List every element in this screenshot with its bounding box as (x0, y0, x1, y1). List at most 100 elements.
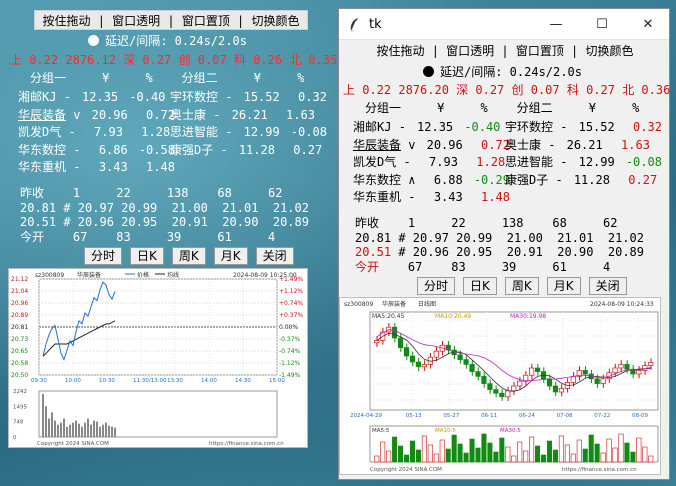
kline-candle (505, 390, 511, 398)
y-tick-label-right: +0.74% (279, 300, 303, 307)
maximize-button[interactable]: ☐ (579, 9, 625, 40)
volume-bar (45, 406, 47, 437)
stock-name[interactable]: 凯发D气 (18, 125, 61, 139)
stock-row[interactable]: 华东重机 - 3.43 1.48 (353, 189, 510, 206)
close-chart-button[interactable]: 关闭 (588, 277, 627, 295)
close-window-button[interactable]: ✕ (625, 9, 671, 40)
stock-name[interactable]: 湘邮KJ (353, 120, 391, 134)
volume-bar (445, 448, 451, 463)
stock-row[interactable]: 华辰装备 v 20.96 0.72 (18, 107, 175, 124)
title-bar[interactable]: tk — ☐ ✕ (339, 9, 669, 40)
stock-row[interactable]: 奥士康 - 26.21 1.63 (505, 137, 650, 154)
chart-footer-right: https://finance.sina.com.cn (209, 441, 284, 447)
stock-name[interactable]: 思进智能 (170, 125, 218, 139)
volume-bar (618, 433, 624, 463)
stock-row[interactable]: 凯发D气 - 7.93 1.28 (353, 154, 505, 171)
stock-price: 3.43 (98, 160, 128, 174)
stock-row[interactable]: 华东数控 - 6.86 -0.58 (18, 142, 175, 159)
stock-row[interactable]: 思进智能 - 12.99 -0.08 (170, 124, 327, 141)
stock-marker: - (63, 90, 71, 104)
volume-bar (642, 446, 648, 463)
stock-name[interactable]: 奥士康 (170, 108, 206, 122)
widget-menu-bar[interactable]: 按住拖动 | 窗口透明 | 窗口置顶 | 切换颜色 (34, 10, 308, 30)
volume-bar (469, 438, 475, 463)
stock-row[interactable]: 凯发D气 - 7.93 1.28 (18, 124, 170, 141)
volume-bar (451, 434, 457, 463)
stock-price: 3.43 (433, 190, 463, 204)
stock-name[interactable]: 华辰装备 (18, 108, 66, 122)
kline-candle (481, 376, 487, 384)
kline-candle (374, 340, 380, 344)
quote-line-head: 今开 (355, 259, 380, 274)
stock-name[interactable]: 康强D子 (505, 173, 548, 187)
stock-row[interactable]: 宇环数控 - 15.52 0.32 (170, 89, 327, 106)
stock-name[interactable]: 华辰装备 (353, 138, 401, 152)
kline-candle (415, 361, 422, 368)
group-header: 分组一 ¥ % 分组二 ¥ % (365, 101, 640, 115)
y-tick-label-right: -0.74% (279, 348, 301, 355)
volume-bar (529, 436, 535, 463)
minimize-button[interactable]: — (533, 9, 579, 40)
daily-k-button[interactable]: 日K (130, 247, 164, 265)
volume-bar (606, 438, 612, 463)
monthly-k-button[interactable]: 月K (546, 277, 581, 295)
kline-candle (546, 378, 553, 387)
volume-bar (588, 434, 594, 463)
stock-name[interactable]: 华东数控 (353, 173, 401, 187)
kline-candle (529, 367, 535, 376)
stock-row[interactable]: 康强D子 - 11.28 0.27 (505, 172, 657, 189)
stock-name[interactable]: 湘邮KJ (18, 90, 56, 104)
stock-price: 7.93 (429, 155, 458, 169)
stock-row[interactable]: 华辰装备 v 20.96 0.72 (353, 137, 510, 154)
chart-button-row: 分时 日K 周K 月K 关闭 (84, 247, 294, 267)
volume-bar (415, 449, 421, 463)
group-header: 分组一 ¥ % 分组二 ¥ % (30, 71, 305, 85)
stock-name[interactable]: 华东重机 (353, 190, 401, 204)
intraday-button[interactable]: 分时 (84, 247, 123, 265)
volume-bar (386, 450, 392, 463)
quote-line: 20.51 # 20.96 20.95 20.91 20.90 20.89 (355, 245, 644, 259)
stock-name[interactable]: 康强D子 (170, 143, 213, 157)
chart-footer-left: Copyright 2024 SINA.COM (370, 467, 442, 473)
floating-stock-widget[interactable]: 按住拖动 | 窗口透明 | 窗口置顶 | 切换颜色 延迟/间隔: 0.24s/2… (0, 0, 337, 486)
volume-bar (523, 450, 529, 463)
stock-row[interactable]: 湘邮KJ - 12.35 -0.40 (353, 119, 500, 136)
stock-marker: - (403, 155, 411, 169)
weekly-k-button[interactable]: 周K (171, 247, 206, 265)
y-tick-label: 20.96 (11, 300, 28, 307)
kline-candle (475, 371, 481, 377)
y-tick-label-right: +1.49% (279, 276, 303, 283)
quote-line-head: 20.51 (355, 245, 392, 259)
daily-k-button[interactable]: 日K (463, 277, 497, 295)
stock-name[interactable]: 宇环数控 (505, 120, 553, 134)
window-menu-bar[interactable]: 按住拖动 | 窗口透明 | 窗口置顶 | 切换颜色 (367, 42, 643, 60)
y-tick-label-right: +0.37% (279, 312, 303, 319)
volume-tick-label: 1495 (13, 404, 27, 410)
stock-price: 26.21 (231, 107, 268, 122)
stock-row[interactable]: 宇环数控 - 15.52 0.32 (505, 119, 662, 136)
kline-candle (535, 367, 541, 372)
weekly-k-button[interactable]: 周K (504, 277, 539, 295)
stock-row[interactable]: 奥士康 - 26.21 1.63 (170, 107, 315, 124)
stock-row[interactable]: 华东重机 - 3.43 1.48 (18, 159, 175, 176)
stock-name[interactable]: 凯发D气 (353, 155, 396, 169)
quote-line: 20.81 # 20.97 20.99 21.00 21.01 21.02 (355, 230, 644, 245)
stock-row[interactable]: 思进智能 - 12.99 -0.08 (505, 154, 662, 171)
volume-bar (102, 424, 104, 437)
kline-candle (403, 347, 410, 357)
kline-candle (636, 370, 642, 375)
intraday-button[interactable]: 分时 (417, 277, 456, 295)
stock-name[interactable]: 奥士康 (505, 138, 541, 152)
stock-row[interactable]: 湘邮KJ - 12.35 -0.40 (18, 89, 165, 106)
close-chart-button[interactable]: 关闭 (255, 247, 294, 265)
kline-candle (457, 354, 463, 360)
stock-name[interactable]: 华东重机 (18, 160, 66, 174)
stock-row[interactable]: 华东数控 ∧ 6.88 -0.29 (353, 172, 510, 189)
stock-name[interactable]: 华东数控 (18, 143, 66, 157)
kline-candle (517, 380, 523, 387)
monthly-k-button[interactable]: 月K (213, 247, 248, 265)
volume-bar (481, 433, 487, 463)
stock-row[interactable]: 康强D子 - 11.28 0.27 (170, 142, 322, 159)
stock-name[interactable]: 宇环数控 (170, 90, 218, 104)
stock-name[interactable]: 思进智能 (505, 155, 553, 169)
